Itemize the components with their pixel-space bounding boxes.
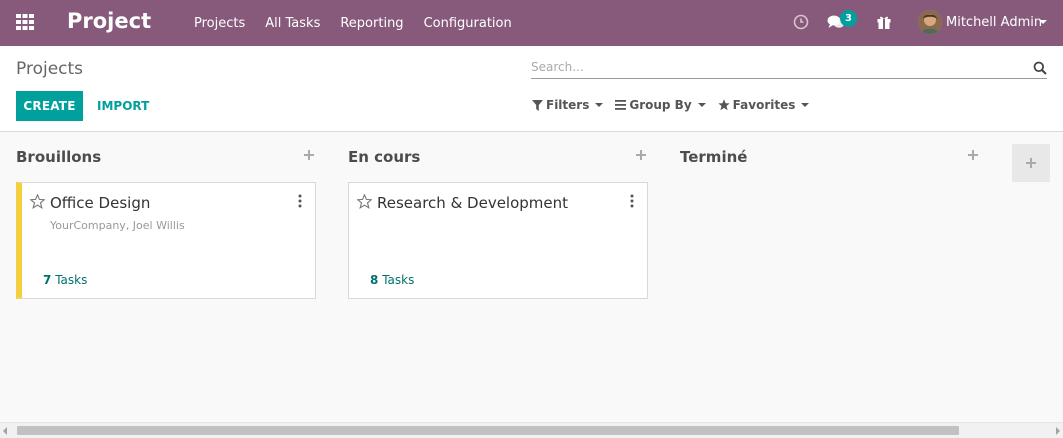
- menu-item-projects[interactable]: Projects: [194, 16, 245, 31]
- clock-icon[interactable]: [793, 14, 809, 30]
- kanban-card[interactable]: Office Design YourCompany, Joel Willis 7…: [16, 182, 316, 299]
- search-icon[interactable]: [1033, 60, 1047, 75]
- scroll-left-icon[interactable]: [3, 427, 7, 435]
- bars-icon: [615, 100, 627, 110]
- app-brand[interactable]: Project: [67, 9, 151, 33]
- create-button[interactable]: CREATE: [16, 91, 83, 121]
- column-title: Terminé: [680, 148, 748, 166]
- chevron-down-icon: [697, 103, 706, 107]
- menu-item-reporting[interactable]: Reporting: [340, 16, 403, 31]
- scroll-right-icon[interactable]: [1056, 427, 1060, 435]
- chat-count-badge: 3: [840, 10, 857, 27]
- plus-icon[interactable]: [634, 147, 648, 161]
- task-label: Tasks: [382, 273, 415, 287]
- group-by-label: Group By: [629, 98, 692, 112]
- chevron-down-icon: [595, 103, 604, 107]
- star-icon[interactable]: [29, 193, 46, 210]
- kanban-card[interactable]: Research & Development 8 Tasks: [348, 182, 648, 299]
- user-name[interactable]: Mitchell Admin: [946, 15, 1042, 30]
- plus-icon: [1026, 158, 1036, 168]
- main-menu: Projects All Tasks Reporting Configurati…: [194, 0, 532, 46]
- column-title: En cours: [348, 148, 421, 166]
- column-title: Brouillons: [16, 148, 102, 166]
- task-label: Tasks: [55, 273, 88, 287]
- tasks-link[interactable]: 7 Tasks: [43, 273, 87, 287]
- chevron-down-icon[interactable]: [1039, 20, 1047, 24]
- group-by-button[interactable]: Group By: [615, 98, 706, 112]
- star-icon[interactable]: [356, 193, 373, 210]
- top-navbar: Project Projects All Tasks Reporting Con…: [0, 0, 1063, 46]
- search-input[interactable]: [531, 57, 1021, 77]
- filters-button[interactable]: Filters: [532, 98, 604, 112]
- search-options: Filters Group By Favorites: [532, 98, 821, 112]
- tasks-link[interactable]: 8 Tasks: [370, 273, 414, 287]
- card-title: Research & Development: [377, 194, 569, 212]
- add-column-button[interactable]: [1012, 144, 1050, 182]
- filter-icon: [532, 99, 543, 111]
- star-icon: [717, 99, 730, 111]
- kebab-icon[interactable]: [297, 193, 303, 209]
- scrollbar-thumb[interactable]: [17, 426, 959, 435]
- plus-icon[interactable]: [966, 147, 980, 161]
- user-avatar[interactable]: [918, 10, 942, 34]
- gift-icon[interactable]: [876, 14, 892, 30]
- kanban-board: Brouillons Office Design YourCompany, Jo…: [0, 133, 1063, 423]
- search-bar: [531, 57, 1047, 79]
- import-button[interactable]: IMPORT: [89, 91, 157, 121]
- filters-label: Filters: [546, 98, 590, 112]
- task-count: 7: [43, 273, 52, 287]
- control-panel: Projects CREATE IMPORT Filters Group By: [0, 46, 1063, 132]
- plus-icon[interactable]: [302, 147, 316, 161]
- horizontal-scrollbar[interactable]: [0, 422, 1063, 438]
- card-title: Office Design: [50, 194, 151, 212]
- apps-grid-icon[interactable]: [16, 14, 34, 30]
- kebab-icon[interactable]: [629, 193, 635, 209]
- favorites-label: Favorites: [732, 98, 796, 112]
- breadcrumb: Projects: [16, 59, 84, 79]
- menu-item-all-tasks[interactable]: All Tasks: [265, 16, 320, 31]
- favorites-button[interactable]: Favorites: [717, 98, 810, 112]
- task-count: 8: [370, 273, 379, 287]
- card-subtitle: YourCompany, Joel Willis: [50, 219, 185, 232]
- chevron-down-icon: [801, 103, 810, 107]
- menu-item-configuration[interactable]: Configuration: [424, 16, 512, 31]
